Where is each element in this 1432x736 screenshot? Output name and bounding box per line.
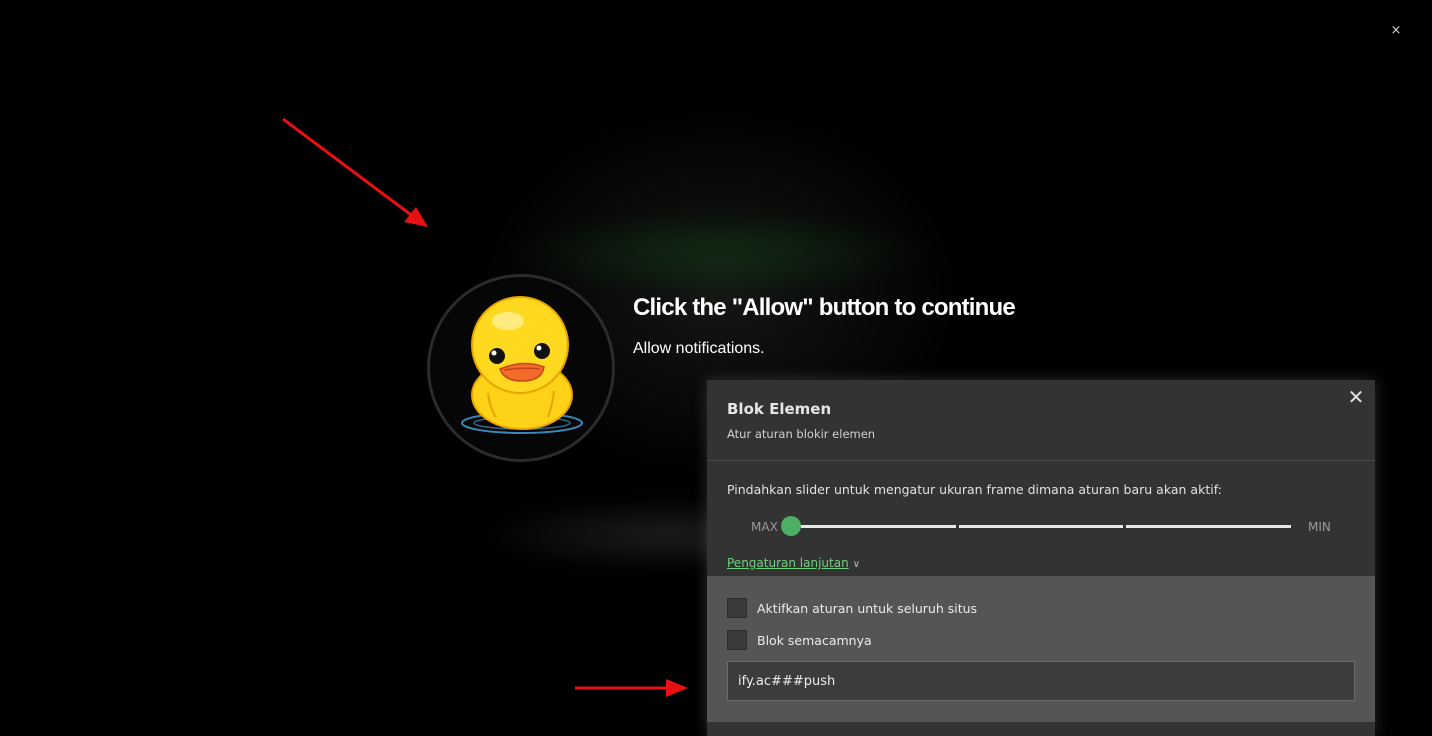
duck-avatar [427,274,615,462]
option-site-wide[interactable]: Aktifkan aturan untuk seluruh situs [727,597,977,619]
page-subline: Allow notifications. [633,340,765,357]
rule-input[interactable] [727,661,1355,701]
slider-instruction: Pindahkan slider untuk mengatur ukuran f… [727,482,1222,497]
block-similar-checkbox[interactable] [727,630,747,650]
panel-close-icon[interactable]: ✕ [1347,387,1365,407]
chevron-down-icon: ∨ [852,559,861,570]
panel-title: Blok Elemen [727,400,832,418]
block-similar-label: Blok semacamnya [757,632,872,648]
slider-min-label: MIN [1308,520,1331,534]
frame-size-slider-handle[interactable] [781,516,801,536]
advanced-settings-link[interactable]: Pengaturan lanjutan ∨ [727,556,860,570]
frame-size-slider-track[interactable] [791,525,1291,528]
panel-subtitle: Atur aturan blokir elemen [727,427,876,441]
site-wide-label: Aktifkan aturan untuk seluruh situs [757,600,978,616]
option-block-similar[interactable]: Blok semacamnya [727,629,872,651]
site-wide-checkbox[interactable] [727,598,747,618]
duck-icon [461,296,583,434]
advanced-settings-section: Aktifkan aturan untuk seluruh situs Blok… [707,576,1375,722]
page-close-icon[interactable]: × [1388,22,1404,40]
slider-max-label: MAX [751,520,778,534]
panel-divider [707,460,1375,461]
page-headline: Click the "Allow" button to continue [633,294,1016,321]
element-blocker-panel: ✕ Blok Elemen Atur aturan blokir elemen … [707,380,1375,736]
advanced-settings-label: Pengaturan lanjutan [727,556,849,570]
panel-footer [707,722,1375,736]
